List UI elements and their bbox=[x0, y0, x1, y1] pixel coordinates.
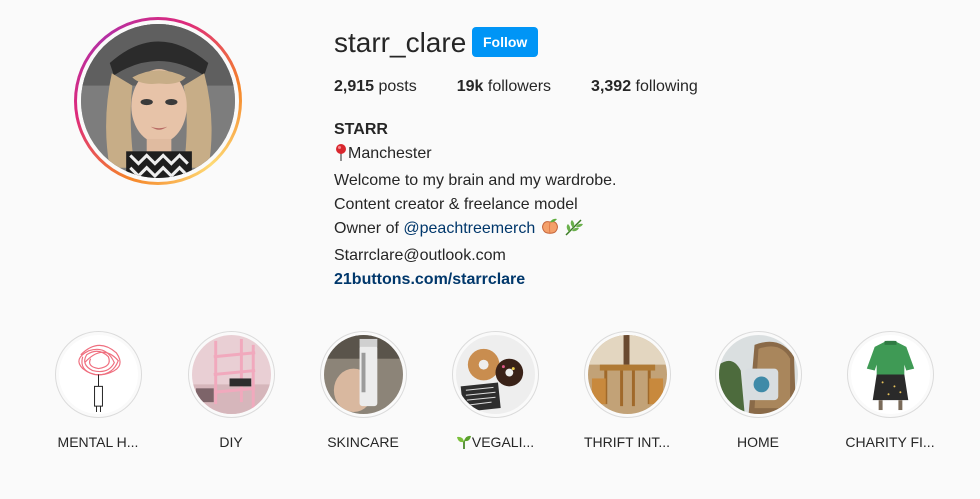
highlight-label: MENTAL H... bbox=[57, 434, 139, 450]
highlight-label: THRIFT INT... bbox=[583, 434, 671, 450]
followers-count: 19k bbox=[456, 78, 484, 95]
following-count: 3,392 bbox=[591, 78, 632, 95]
following-stat[interactable]: 3,392 following bbox=[591, 77, 698, 97]
highlight-ring bbox=[451, 331, 539, 418]
following-label: following bbox=[635, 78, 698, 95]
rattan-furniture-photo bbox=[587, 335, 667, 414]
scribble-head-drawing bbox=[58, 335, 138, 414]
highlight-ring bbox=[319, 331, 407, 418]
highlight-ring bbox=[714, 331, 802, 418]
followers-label: followers bbox=[487, 78, 552, 95]
highlight-item[interactable]: SKINCARE bbox=[303, 331, 423, 451]
highlight-item[interactable]: DIY bbox=[171, 331, 291, 451]
highlight-item[interactable]: HOME bbox=[698, 331, 818, 451]
highlight-item[interactable]: THRIFT INT... bbox=[567, 331, 687, 451]
avatar-gap bbox=[77, 20, 239, 182]
skincare-bottle-photo bbox=[323, 335, 403, 414]
green-top-outfit-photo bbox=[850, 335, 930, 414]
highlight-label: SKINCARE bbox=[327, 434, 399, 450]
bio-location: Manchester bbox=[348, 145, 432, 162]
highlight-label: DIY bbox=[219, 434, 243, 450]
highlight-label: VEGALI... bbox=[435, 433, 555, 454]
highlight-ring bbox=[846, 331, 934, 418]
highlight-item[interactable]: VEGALI... bbox=[435, 331, 555, 454]
pink-shelf-photo bbox=[191, 335, 271, 414]
mention-link[interactable]: @peachtreemerch bbox=[403, 220, 535, 237]
chair-cushion-photo bbox=[718, 335, 798, 414]
highlight-label: CHARITY FI... bbox=[845, 434, 935, 450]
bio-owner-line: Owner of @peachtreemerch bbox=[334, 217, 616, 244]
profile-stats: 2,915 posts 19k followers 3,392 followin… bbox=[334, 77, 738, 97]
highlight-label: HOME bbox=[737, 434, 779, 450]
bio-location-line: Manchester bbox=[334, 142, 616, 169]
follow-button[interactable]: Follow bbox=[472, 27, 539, 57]
avatar-portrait-image bbox=[81, 24, 235, 178]
seedling-icon bbox=[456, 434, 472, 454]
bio-owner-prefix: Owner of bbox=[334, 220, 399, 237]
bio-line-2: Content creator & freelance model bbox=[334, 196, 578, 213]
highlight-ring bbox=[54, 331, 142, 418]
peach-icon bbox=[540, 218, 560, 244]
bio-external-link[interactable]: 21buttons.com/starrclare bbox=[334, 271, 525, 288]
profile-bio: STARR Manchester Welcome to my brain and… bbox=[334, 118, 616, 292]
highlight-label-text: VEGALI... bbox=[471, 434, 535, 450]
bio-email: Starrclare@outlook.com bbox=[334, 247, 506, 264]
posts-label: posts bbox=[378, 78, 417, 95]
profile-avatar-ring[interactable] bbox=[74, 17, 242, 185]
herb-icon bbox=[564, 218, 584, 244]
highlight-item[interactable]: MENTAL H... bbox=[38, 331, 158, 451]
round-pushpin-icon bbox=[334, 143, 348, 169]
display-name: STARR bbox=[334, 121, 388, 138]
avatar[interactable] bbox=[81, 24, 235, 178]
highlight-ring bbox=[583, 331, 671, 418]
highlight-ring bbox=[187, 331, 275, 418]
donuts-photo bbox=[455, 335, 535, 414]
username: starr_clare bbox=[334, 27, 467, 58]
bio-line-1: Welcome to my brain and my wardrobe. bbox=[334, 172, 617, 189]
followers-stat[interactable]: 19k followers bbox=[457, 77, 551, 97]
posts-stat: 2,915 posts bbox=[334, 77, 417, 97]
posts-count: 2,915 bbox=[334, 78, 375, 95]
highlight-item[interactable]: CHARITY FI... bbox=[830, 331, 950, 451]
